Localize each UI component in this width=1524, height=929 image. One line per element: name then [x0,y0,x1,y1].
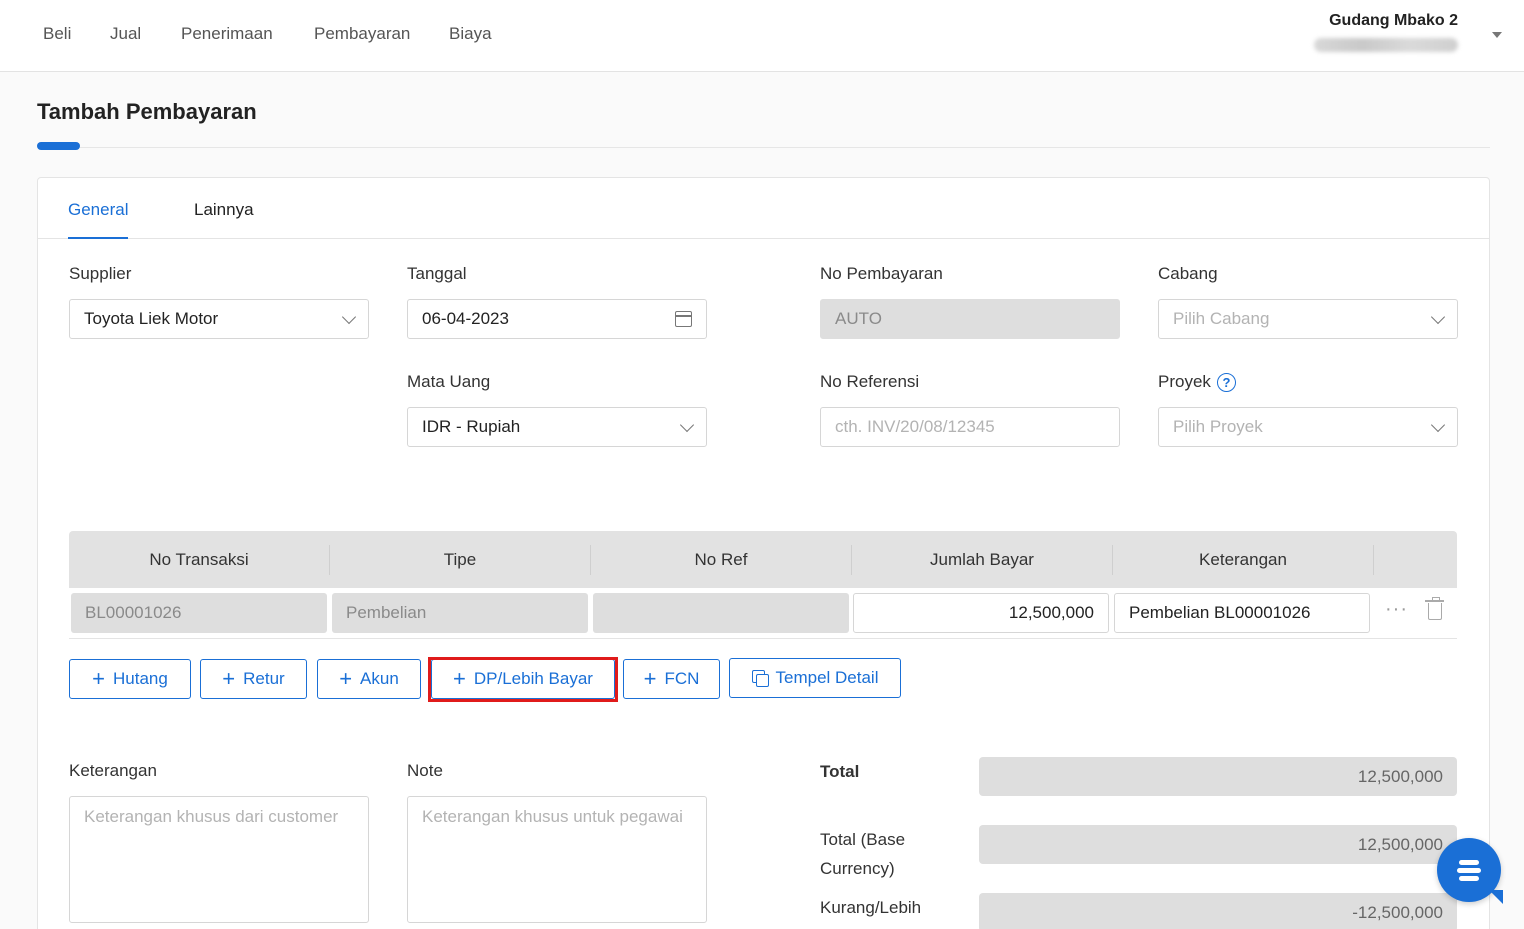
add-akun-label: Akun [360,669,399,688]
no-pembayaran-field: AUTO [820,299,1120,339]
total-label: Total [820,762,860,781]
add-hutang-label: Hutang [113,669,168,688]
total-base-value: 12,500,000 [979,825,1457,864]
help-circle-icon[interactable]: ? [1216,373,1236,393]
page-title: Tambah Pembayaran [37,99,257,124]
nav-item-jual[interactable]: Jual [110,24,141,44]
th-jumlah-bayar: Jumlah Bayar [930,549,1034,569]
tempel-detail-label: Tempel Detail [775,668,879,687]
user-email-blurred [1314,38,1458,52]
more-options-icon[interactable]: ··· [1385,598,1408,621]
chat-line [1459,860,1479,865]
keterangan-label: Keterangan [69,761,157,780]
note-textarea[interactable]: Keterangan khusus untuk pegawai [407,796,707,923]
table-header: No Transaksi Tipe No Ref Jumlah Bayar Ke… [69,531,1457,588]
cabang-placeholder: Pilih Cabang [1173,309,1270,328]
tab-general[interactable]: General [68,200,129,239]
add-fcn-label: FCN [664,669,700,688]
plus-icon: + [453,666,466,691]
total-value: 12,500,000 [979,757,1457,796]
kurang-lebih-label: Kurang/Lebih [820,898,922,917]
calendar-icon[interactable] [675,311,692,327]
chat-line [1457,868,1481,873]
cabang-label: Cabang [1158,264,1218,283]
total-base-label-line1: Total (Base [820,830,906,849]
add-fcn-button[interactable]: + FCN [623,659,720,699]
plus-icon: + [339,666,353,691]
divider [80,147,1490,148]
proyek-label-wrap: Proyek? [1158,372,1236,393]
keterangan-textarea[interactable]: Keterangan khusus dari customer [69,796,369,923]
chat-line [1459,876,1479,881]
tempel-detail-button[interactable]: Tempel Detail [729,658,901,698]
proyek-placeholder: Pilih Proyek [1173,417,1263,436]
jumlah-bayar-input[interactable]: 12,500,000 [853,593,1109,633]
supplier-value: Toyota Liek Motor [84,309,219,328]
nav-item-biaya[interactable]: Biaya [449,24,492,44]
add-retur-button[interactable]: + Retur [200,659,307,699]
chevron-down-icon [1430,309,1446,325]
supplier-select[interactable]: Toyota Liek Motor [69,299,369,339]
total-base-label-line2: Currency) [820,859,895,878]
nav-item-pembayaran[interactable]: Pembayaran [314,24,410,44]
keterangan-row-input[interactable]: Pembelian BL00001026 [1114,593,1370,633]
no-pembayaran-value: AUTO [835,309,882,328]
add-akun-button[interactable]: + Akun [317,659,421,699]
title-accent-bar [37,142,80,150]
top-nav-bar: Beli Jual Penerimaan Pembayaran Biaya Gu… [0,0,1524,72]
mata-uang-select[interactable]: IDR - Rupiah [407,407,707,447]
tanggal-label: Tanggal [407,264,467,283]
cell-no-ref [593,593,849,633]
plus-icon: + [643,666,657,691]
mata-uang-label: Mata Uang [407,372,491,391]
column-separator [1373,545,1374,575]
cabang-select[interactable]: Pilih Cabang [1158,299,1458,339]
payment-form-card: General Lainnya Supplier Tanggal No Pemb… [37,177,1490,929]
no-referensi-input[interactable]: cth. INV/20/08/12345 [820,407,1120,447]
cell-no-transaksi: BL00001026 [71,593,327,633]
nav-item-penerimaan[interactable]: Penerimaan [181,24,273,44]
add-dp-lebih-bayar-button[interactable]: + DP/Lebih Bayar [431,659,615,699]
company-name: Gudang Mbako 2 [1329,12,1458,29]
th-no-transaksi: No Transaksi [149,549,249,569]
plus-icon: + [92,666,106,691]
no-referensi-label: No Referensi [820,372,920,391]
th-tipe: Tipe [443,549,477,569]
kurang-lebih-value: -12,500,000 [979,893,1457,929]
chat-bubble-icon[interactable] [1437,838,1501,902]
no-referensi-placeholder: cth. INV/20/08/12345 [835,417,995,436]
chevron-down-icon[interactable] [1492,32,1502,38]
tanggal-value: 06-04-2023 [422,309,509,328]
th-keterangan: Keterangan [1199,549,1287,569]
mata-uang-value: IDR - Rupiah [422,417,521,436]
proyek-label: Proyek [1158,372,1211,391]
proyek-select[interactable]: Pilih Proyek [1158,407,1458,447]
tab-bar: General Lainnya [38,178,1489,239]
tab-lainnya[interactable]: Lainnya [194,200,254,220]
chevron-down-icon [1430,417,1446,433]
user-menu[interactable]: Gudang Mbako 2 [1314,12,1458,52]
chevron-down-icon [341,309,357,325]
cell-tipe: Pembelian [332,593,588,633]
add-retur-label: Retur [243,669,285,688]
copy-icon [751,670,769,687]
add-dp-label: DP/Lebih Bayar [473,669,593,688]
add-hutang-button[interactable]: + Hutang [69,659,191,699]
tanggal-date-picker[interactable]: 06-04-2023 [407,299,707,339]
row-divider [69,638,1457,639]
note-label: Note [407,761,443,780]
total-base-label: Total (Base Currency) [820,825,905,883]
trash-icon[interactable] [1425,597,1444,620]
no-pembayaran-label: No Pembayaran [820,264,943,283]
supplier-label: Supplier [69,264,132,283]
th-no-ref: No Ref [694,549,748,569]
chevron-down-icon [679,417,695,433]
nav-item-beli[interactable]: Beli [43,24,71,44]
plus-icon: + [222,666,236,691]
